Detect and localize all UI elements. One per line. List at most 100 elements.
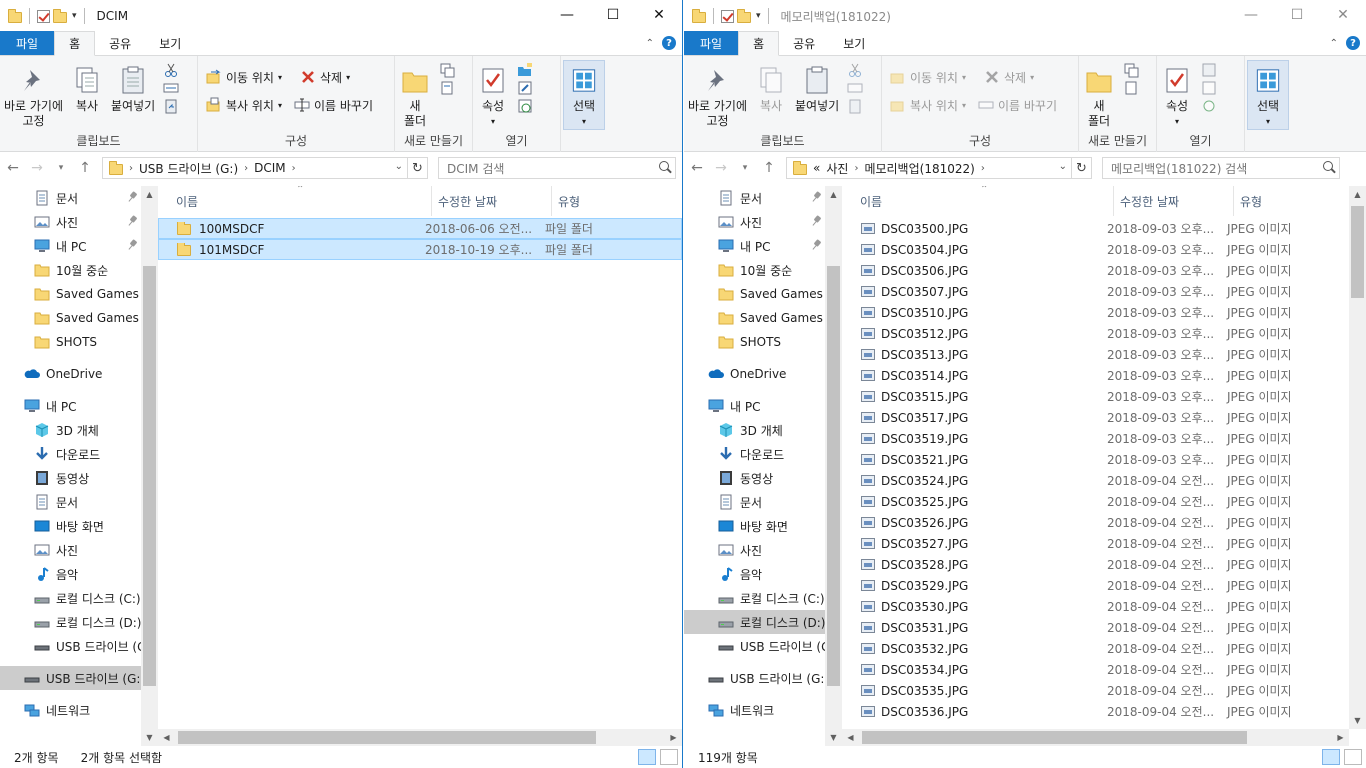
nav-item[interactable]: 네트워크 (684, 698, 825, 722)
table-row[interactable]: DSC03515.JPG 2018-09-03 오후... JPEG 이미지 (842, 386, 1366, 407)
scroll-up-button[interactable]: ▲ (1349, 186, 1366, 203)
new-folder-icon[interactable] (53, 8, 67, 23)
nav-item[interactable]: 사진 (0, 538, 141, 562)
nav-item[interactable]: 사진 (684, 210, 825, 234)
column-type[interactable]: 유형 (1234, 186, 1344, 216)
scroll-thumb[interactable] (178, 731, 596, 744)
tab-share[interactable]: 공유 (779, 31, 829, 55)
tab-file[interactable]: 파일 (684, 31, 739, 55)
nav-item[interactable]: 내 PC (684, 394, 825, 418)
table-row[interactable]: DSC03531.JPG 2018-09-04 오전... JPEG 이미지 (842, 617, 1366, 638)
column-name[interactable]: 이름 (842, 186, 1114, 216)
nav-item[interactable]: USB 드라이브 (G:) (0, 666, 141, 690)
refresh-button[interactable]: ↻ (1071, 158, 1091, 178)
maximize-button[interactable]: ☐ (1274, 0, 1320, 30)
breadcrumb-dcim[interactable]: DCIM (254, 161, 286, 175)
properties-icon[interactable] (37, 9, 50, 23)
open-icon[interactable] (517, 62, 533, 78)
nav-item[interactable]: OneDrive (0, 362, 141, 386)
nav-item[interactable]: 문서 (684, 490, 825, 514)
copy-path-icon[interactable] (163, 80, 179, 96)
paste-shortcut-icon[interactable] (163, 98, 179, 114)
details-view-button[interactable] (1322, 749, 1340, 765)
search-input[interactable]: 메모리백업(181022) 검색 (1111, 160, 1247, 177)
new-item-icon[interactable] (1123, 62, 1139, 78)
nav-item[interactable]: 사진 (684, 538, 825, 562)
scroll-thumb[interactable] (143, 266, 156, 686)
table-row[interactable]: DSC03513.JPG 2018-09-03 오후... JPEG 이미지 (842, 344, 1366, 365)
file-list-pane[interactable]: 이름 ⌃ 수정한 날짜 유형 100MSDCF 2018-06-06 오전... 파… (158, 186, 682, 746)
address-bar[interactable]: « 사진 › 메모리백업(181022) › ⌄ ↻ (786, 157, 1092, 179)
help-icon[interactable]: ? (662, 36, 676, 50)
move-to-button[interactable]: 이동 위치 ▾ 삭제 ▾ (206, 66, 373, 88)
table-row[interactable]: DSC03506.JPG 2018-09-03 오후... JPEG 이미지 (842, 260, 1366, 281)
nav-item[interactable]: 내 PC (684, 234, 825, 258)
file-vertical-scrollbar[interactable]: ▲ ▼ (1349, 186, 1366, 729)
nav-item[interactable]: 로컬 디스크 (C:) (0, 586, 141, 610)
nav-item[interactable]: SHOTS (684, 330, 825, 354)
scroll-thumb[interactable] (862, 731, 1247, 744)
up-button[interactable]: ↑ (78, 160, 92, 176)
nav-item[interactable]: Saved Games (0, 306, 141, 330)
navigation-pane[interactable]: 문서 사진 내 PC 10월 중순 Saved Games Saved Games SHOT… (0, 186, 158, 746)
nav-item[interactable]: OneDrive (684, 362, 825, 386)
customize-toolbar-icon[interactable]: ▾ (72, 11, 77, 21)
table-row[interactable]: DSC03517.JPG 2018-09-03 오후... JPEG 이미지 (842, 407, 1366, 428)
tab-share[interactable]: 공유 (95, 31, 145, 55)
nav-vertical-scrollbar[interactable]: ▲ ▼ (141, 186, 158, 746)
up-button[interactable]: ↑ (762, 160, 776, 176)
breadcrumb-backup[interactable]: 메모리백업(181022) (864, 160, 974, 177)
large-icons-view-button[interactable] (1344, 749, 1362, 765)
column-type[interactable]: 유형 (552, 186, 672, 216)
details-view-button[interactable] (638, 749, 656, 765)
table-row[interactable]: DSC03507.JPG 2018-09-03 오후... JPEG 이미지 (842, 281, 1366, 302)
nav-item[interactable]: Saved Games (684, 306, 825, 330)
scroll-right-button[interactable]: ▶ (1332, 729, 1349, 746)
nav-item[interactable]: 로컬 디스크 (D:) (684, 610, 825, 634)
table-row[interactable]: DSC03500.JPG 2018-09-03 오후... JPEG 이미지 (842, 218, 1366, 239)
forward-button[interactable]: → (714, 160, 728, 176)
scroll-thumb[interactable] (1351, 206, 1364, 298)
title-bar[interactable]: ▾ DCIM — ☐ ✕ (0, 0, 682, 32)
table-row[interactable]: DSC03510.JPG 2018-09-03 오후... JPEG 이미지 (842, 302, 1366, 323)
table-row[interactable]: DSC03534.JPG 2018-09-04 오전... JPEG 이미지 (842, 659, 1366, 680)
edit-icon[interactable] (517, 80, 533, 96)
explorer-window-dcim[interactable]: ▾ DCIM — ☐ ✕ 파일 홈 공유 보기 ⌃ ? 바로 가기에 고정 복사 (0, 0, 683, 768)
tab-view[interactable]: 보기 (145, 31, 195, 55)
scroll-down-button[interactable]: ▼ (825, 729, 842, 746)
table-row[interactable]: DSC03504.JPG 2018-09-03 오후... JPEG 이미지 (842, 239, 1366, 260)
rename-label[interactable]: 이름 바꾸기 (998, 97, 1057, 114)
nav-item[interactable]: 다운로드 (684, 442, 825, 466)
nav-item[interactable]: 3D 개체 (684, 418, 825, 442)
table-row[interactable]: DSC03519.JPG 2018-09-03 오후... JPEG 이미지 (842, 428, 1366, 449)
search-box[interactable]: 메모리백업(181022) 검색 (1102, 157, 1340, 179)
table-row[interactable]: 100MSDCF 2018-06-06 오전... 파일 폴더 (158, 218, 682, 239)
maximize-button[interactable]: ☐ (590, 0, 636, 30)
nav-item[interactable]: 바탕 화면 (0, 514, 141, 538)
scroll-up-button[interactable]: ▲ (141, 186, 158, 203)
nav-item[interactable]: 10월 중순 (684, 258, 825, 282)
select-button[interactable]: 선택 ▾ (563, 60, 605, 130)
file-list-pane[interactable]: 이름 ⌃ 수정한 날짜 유형 DSC03500.JPG 2018-09-03 오후… (842, 186, 1366, 746)
paste-shortcut-icon[interactable] (847, 98, 863, 114)
search-input[interactable]: DCIM 검색 (447, 160, 504, 177)
copy-to-button[interactable]: 복사 위치 ▾ 이름 바꾸기 (890, 94, 1057, 116)
nav-vertical-scrollbar[interactable]: ▲ ▼ (825, 186, 842, 746)
nav-item[interactable]: 문서 (0, 186, 141, 210)
properties-icon[interactable] (721, 9, 734, 23)
table-row[interactable]: DSC03532.JPG 2018-09-04 오전... JPEG 이미지 (842, 638, 1366, 659)
table-row[interactable]: DSC03525.JPG 2018-09-04 오전... JPEG 이미지 (842, 491, 1366, 512)
back-button[interactable]: ← (6, 160, 20, 176)
table-row[interactable]: DSC03535.JPG 2018-09-04 오전... JPEG 이미지 (842, 680, 1366, 701)
table-row[interactable]: DSC03527.JPG 2018-09-04 오전... JPEG 이미지 (842, 533, 1366, 554)
close-button[interactable]: ✕ (636, 0, 682, 30)
tab-file[interactable]: 파일 (0, 31, 55, 55)
nav-item[interactable]: 다운로드 (0, 442, 141, 466)
tab-home[interactable]: 홈 (54, 31, 96, 56)
column-name[interactable]: 이름 (158, 186, 432, 216)
column-date[interactable]: 수정한 날짜 (432, 186, 552, 216)
nav-item[interactable]: 로컬 디스크 (D:) (0, 610, 141, 634)
nav-item[interactable]: 동영상 (684, 466, 825, 490)
table-row[interactable]: DSC03536.JPG 2018-09-04 오전... JPEG 이미지 (842, 701, 1366, 722)
scroll-down-button[interactable]: ▼ (141, 729, 158, 746)
